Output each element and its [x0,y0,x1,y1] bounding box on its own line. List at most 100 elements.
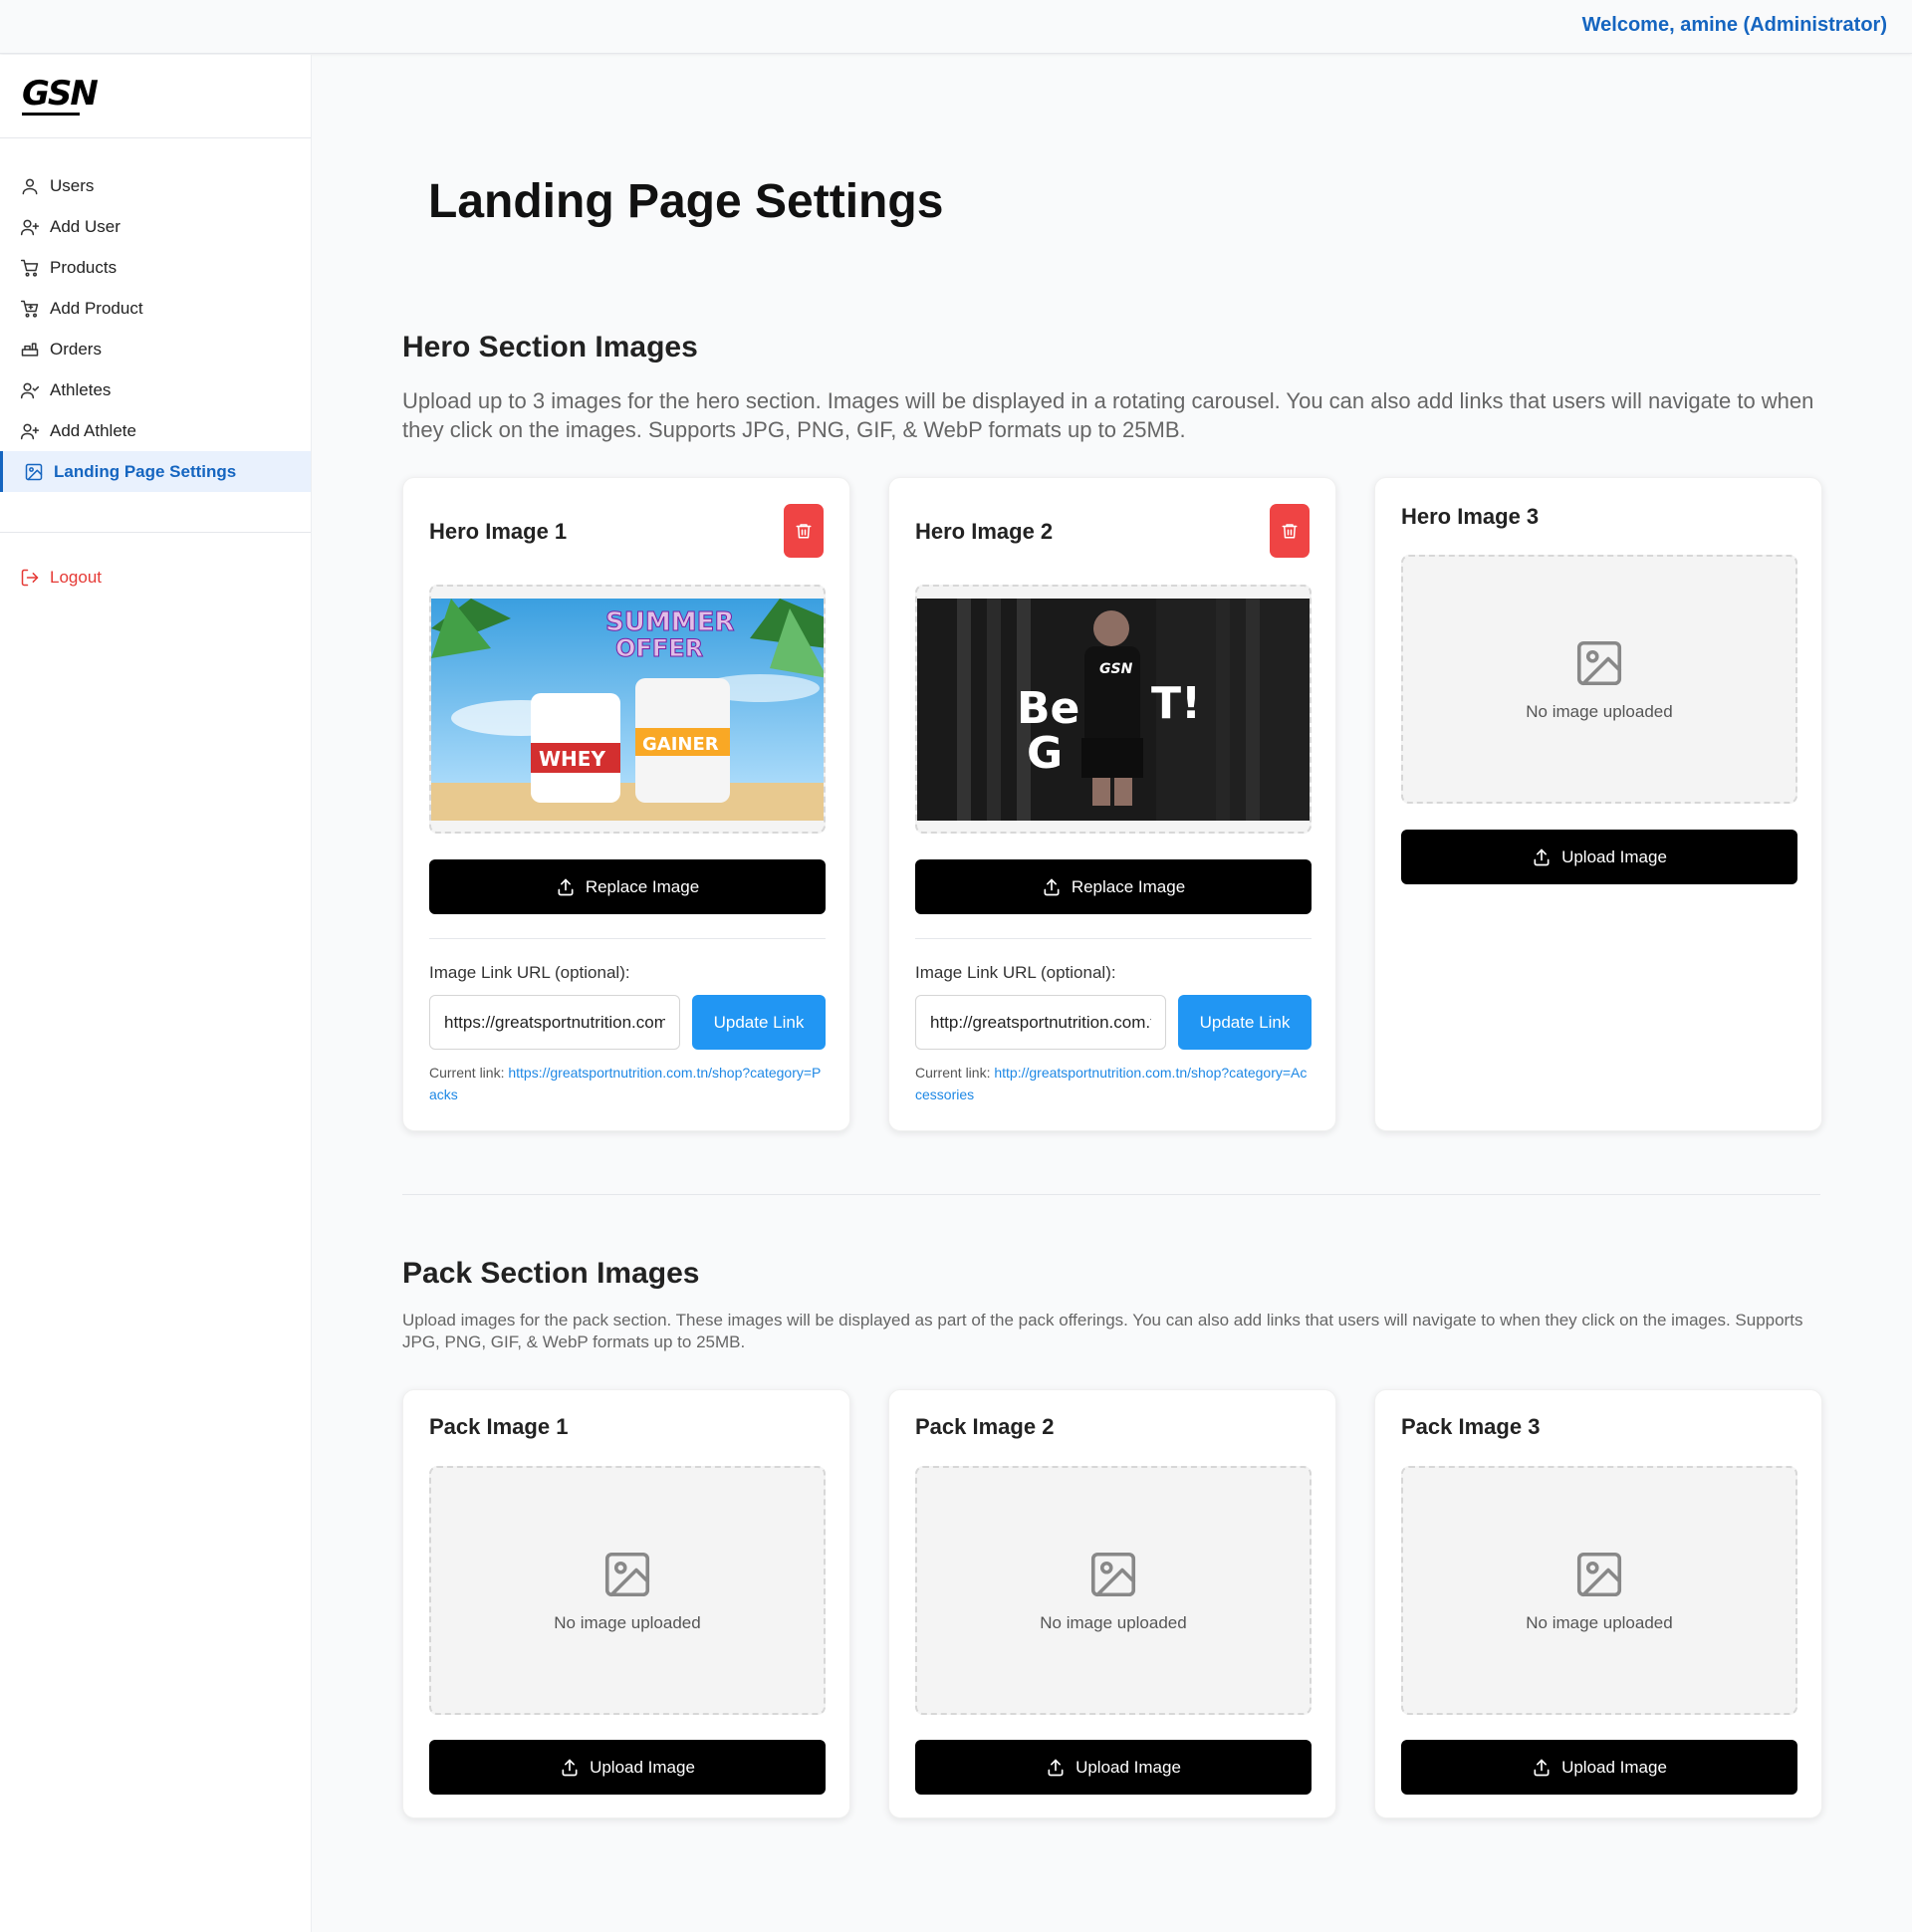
logout-button[interactable]: Logout [0,557,311,598]
sidebar-item-athletes[interactable]: Athletes [0,369,311,410]
image-preview: SUMMER OFFER WHEY GAINER [429,585,826,834]
hero-image-2-text: GSN [1099,661,1133,677]
upload-icon [1044,878,1060,895]
delete-button[interactable] [784,504,824,558]
section-divider [402,1194,1820,1195]
no-image-text: No image uploaded [554,1613,701,1632]
hero-image-2-text: G [1027,728,1063,779]
image-icon [1576,1552,1622,1597]
current-link-prefix: Current link: [429,1065,505,1081]
upload-icon [558,878,574,895]
sidebar-item-add-product[interactable]: Add Product [0,288,311,329]
card-title: Pack Image 3 [1401,1414,1541,1439]
logout-label: Logout [50,567,102,587]
hero-card-2: Hero Image 2 Be G T! GSN Replace Image I… [888,477,1336,1131]
upload-image-button[interactable]: Upload Image [429,1740,826,1795]
link-label: Image Link URL (optional): [915,963,1116,982]
current-link: Current link: https://greatsportnutritio… [429,1062,828,1105]
user-plus-icon [20,219,40,235]
no-image-text: No image uploaded [1526,702,1673,721]
hero-image-1-text: SUMMER [605,607,734,637]
logo-text: GSN [22,74,99,114]
button-label: Replace Image [585,876,700,896]
sidebar-item-label: Athletes [50,379,112,399]
sidebar-item-label: Users [50,175,95,195]
sidebar-nav: Users Add User Products Add Product Orde… [0,138,311,492]
pack-section-description: Upload images for the pack section. Thes… [402,1311,1803,1352]
top-bar: Welcome, amine (Administrator) [0,0,1912,54]
current-link: Current link: http://greatsportnutrition… [915,1062,1314,1105]
trash-icon [1282,524,1298,539]
image-icon [1576,640,1622,686]
hero-section-title: Hero Section Images [402,331,698,363]
cart-icon [20,259,39,277]
placeholder-content: No image uploaded [1403,1468,1795,1713]
orders-icon [21,342,39,357]
update-link-button[interactable]: Update Link [1178,995,1312,1050]
card-divider [915,938,1312,939]
upload-icon [1534,848,1550,865]
placeholder-content: No image uploaded [917,1468,1310,1713]
upload-image-button[interactable]: Upload Image [1401,830,1797,884]
sidebar-item-label: Products [50,257,118,277]
image-placeholder[interactable]: No image uploaded [429,1466,826,1715]
sidebar-item-label: Add Product [50,298,143,318]
sidebar-item-label: Orders [50,339,102,359]
sidebar-divider [0,532,311,533]
button-label: Upload Image [1561,846,1667,866]
upload-image-button[interactable]: Upload Image [915,1740,1312,1795]
placeholder-content: No image uploaded [1403,557,1795,802]
welcome-message: Welcome, amine (Administrator) [1581,14,1887,36]
update-link-button[interactable]: Update Link [692,995,826,1050]
button-label: Upload Image [1076,1757,1181,1777]
image-placeholder[interactable]: No image uploaded [1401,1466,1797,1715]
hero-card-3: Hero Image 3 No image uploaded Upload Im… [1374,477,1822,1131]
hero-image-2-text: Be [1017,683,1079,734]
replace-image-button[interactable]: Replace Image [429,859,826,914]
hero-card-1: Hero Image 1 SUMMER OFFER WHEY GAINER Re… [402,477,850,1131]
card-divider [429,938,826,939]
hero-image-2-preview[interactable]: Be G T! GSN [917,599,1312,821]
upload-image-button[interactable]: Upload Image [1401,1740,1797,1795]
hero-image-1-text: GAINER [642,734,719,755]
image-icon [1090,1552,1136,1597]
sidebar-item-label: Landing Page Settings [54,461,237,481]
current-link-prefix: Current link: [915,1065,991,1081]
sidebar-item-users[interactable]: Users [0,165,311,206]
sidebar: GSN Users Add User Products Add Product … [0,55,312,1932]
sidebar-item-orders[interactable]: Orders [0,329,311,369]
sidebar-item-add-athlete[interactable]: Add Athlete [0,410,311,451]
upload-icon [1048,1759,1064,1776]
user-plus-icon [20,423,40,439]
upload-icon [562,1759,578,1776]
sidebar-item-add-user[interactable]: Add User [0,206,311,247]
pack-card-1: Pack Image 1 No image uploaded Upload Im… [402,1389,850,1818]
link-label: Image Link URL (optional): [429,963,630,982]
image-icon [604,1552,650,1597]
button-label: Upload Image [590,1757,695,1777]
button-label: Upload Image [1561,1757,1667,1777]
no-image-text: No image uploaded [1040,1613,1187,1632]
card-title: Hero Image 2 [915,519,1054,544]
image-placeholder[interactable]: No image uploaded [1401,555,1797,804]
hero-image-1-preview[interactable]: SUMMER OFFER WHEY GAINER [431,599,826,821]
link-url-input[interactable] [915,995,1166,1050]
logo[interactable]: GSN [0,55,311,138]
logout-icon [21,569,39,586]
hero-image-1-text: OFFER [615,634,703,662]
pack-card-3: Pack Image 3 No image uploaded Upload Im… [1374,1389,1822,1818]
image-icon [25,463,43,480]
card-title: Pack Image 2 [915,1414,1055,1439]
button-label: Replace Image [1071,876,1186,896]
link-url-input[interactable] [429,995,680,1050]
upload-icon [1534,1759,1550,1776]
sidebar-item-landing-page-settings[interactable]: Landing Page Settings [0,451,311,492]
image-placeholder[interactable]: No image uploaded [915,1466,1312,1715]
cart-plus-icon [20,300,39,318]
sidebar-item-products[interactable]: Products [0,247,311,288]
sidebar-item-label: Add Athlete [50,420,136,440]
replace-image-button[interactable]: Replace Image [915,859,1312,914]
pack-card-2: Pack Image 2 No image uploaded Upload Im… [888,1389,1336,1818]
page-title: Landing Page Settings [428,175,944,228]
delete-button[interactable] [1270,504,1310,558]
